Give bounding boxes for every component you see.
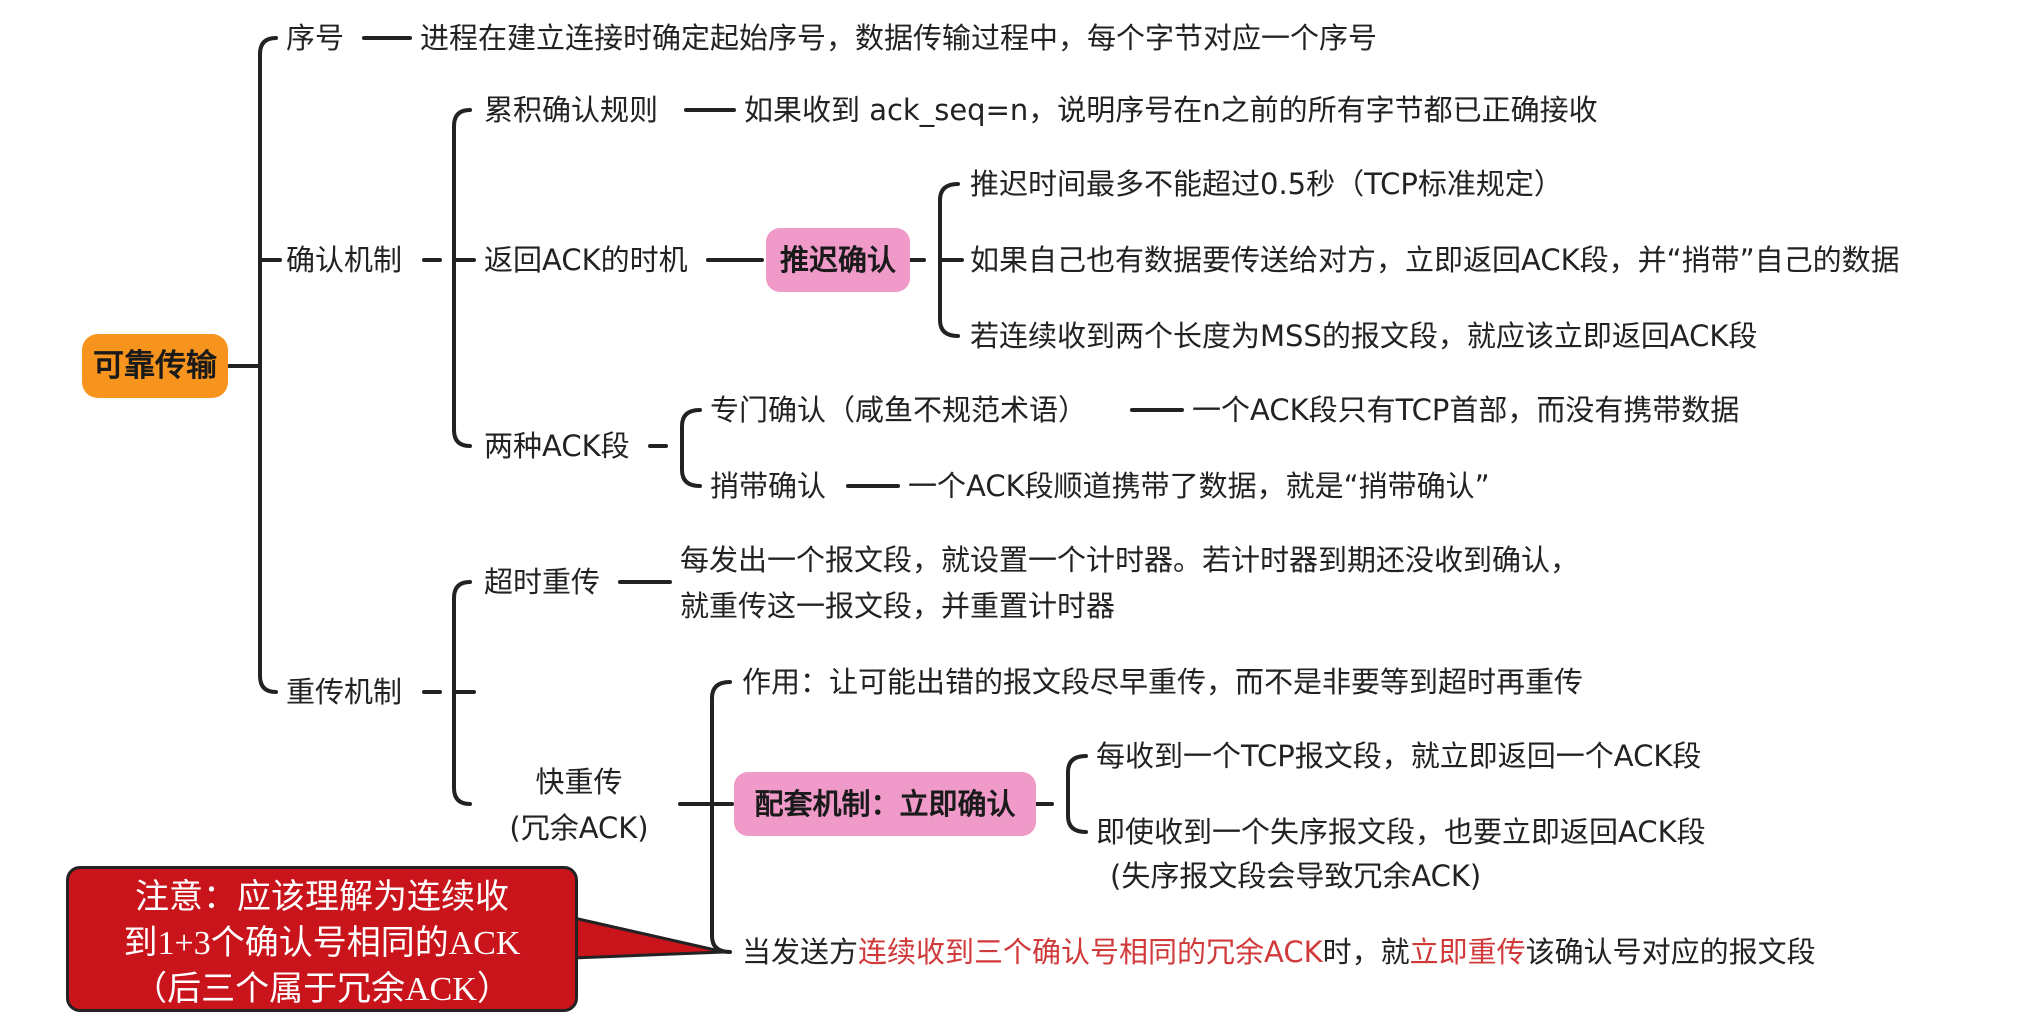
fast-rule-part-e: 该确认号对应的报文段 <box>1525 935 1816 969</box>
seq-desc: 进程在建立连接时确定起始序号，数据传输过程中，每个字节对应一个序号 <box>420 21 1378 55</box>
delayed-bracket <box>904 182 964 338</box>
pure-ack-label: 专门确认（咸鱼不规范术语） <box>710 393 1088 427</box>
timeout-label: 超时重传 <box>484 565 601 599</box>
root-node: 可靠传输 <box>82 334 228 398</box>
note-line-1: 注意：应该理解为连续收 <box>135 879 509 916</box>
note-line-3: （后三个属于冗余ACK） <box>133 971 511 1008</box>
fast-rule-part-a: 当发送方 <box>742 935 859 969</box>
ack-label: 确认机制 <box>286 243 403 277</box>
root-bracket <box>227 36 282 694</box>
fast-retx-label-line2: (冗余ACK) <box>509 811 649 845</box>
note-callout: 注意：应该理解为连续收 到1+3个确认号相同的ACK （后三个属于冗余ACK） <box>66 866 578 1012</box>
note-line-2: 到1+3个确认号相同的ACK <box>123 925 521 962</box>
fast-retx-label-line1: 快重传 <box>535 765 623 799</box>
cumulative-desc: 如果收到 ack_seq=n，说明序号在n之前的所有字节都已正确接收 <box>744 93 1598 127</box>
callout-pointer <box>572 916 725 960</box>
types-label: 两种ACK段 <box>484 429 630 463</box>
immediate-ack-node: 配套机制：立即确认 <box>734 772 1036 836</box>
delayed-item-2: 如果自己也有数据要传送给对方，立即返回ACK段，并“捎带”自己的数据 <box>970 243 1900 277</box>
support-bracket <box>1034 754 1088 834</box>
delayed-item-3: 若连续收到两个长度为MSS的报文段，就应该立即返回ACK段 <box>970 319 1758 353</box>
fast-rule-highlight-2: 立即重传 <box>1409 935 1526 969</box>
fast-rule-part-c: 时，就 <box>1322 935 1410 969</box>
retx-label: 重传机制 <box>286 675 403 709</box>
delayed-ack-node: 推迟确认 <box>766 228 910 292</box>
support-item-3: (失序报文段会导致冗余ACK) <box>1110 859 1482 893</box>
fast-rule-highlight-1: 连续收到三个确认号相同的冗余ACK <box>858 935 1323 969</box>
fast-rule: 当发送方连续收到三个确认号相同的冗余ACK时，就立即重传该确认号对应的报文段 <box>742 932 1816 972</box>
retx-bracket <box>422 580 476 806</box>
timeout-desc-line1: 每发出一个报文段，就设置一个计时器。若计时器到期还没收到确认， <box>680 543 1580 577</box>
support-item-1: 每收到一个TCP报文段，就立即返回一个ACK段 <box>1096 739 1702 773</box>
piggyback-desc: 一个ACK段顺道携带了数据，就是“捎带确认” <box>908 469 1490 503</box>
delayed-item-1: 推迟时间最多不能超过0.5秒（TCP标准规定） <box>970 167 1563 201</box>
fast-purpose: 作用：让可能出错的报文段尽早重传，而不是非要等到超时再重传 <box>742 665 1584 699</box>
seq-label: 序号 <box>286 21 345 55</box>
pure-ack-desc: 一个ACK段只有TCP首部，而没有携带数据 <box>1192 393 1740 427</box>
ack-bracket <box>422 108 476 448</box>
timeout-desc-line2: 就重传这一报文段，并重置计时器 <box>680 589 1116 623</box>
cumulative-label: 累积确认规则 <box>484 93 659 127</box>
piggyback-label: 捎带确认 <box>710 469 827 503</box>
fast-bracket <box>678 680 734 954</box>
types-bracket <box>648 408 702 488</box>
support-item-2: 即使收到一个失序报文段，也要立即返回ACK段 <box>1096 815 1706 849</box>
timing-label: 返回ACK的时机 <box>484 243 688 277</box>
